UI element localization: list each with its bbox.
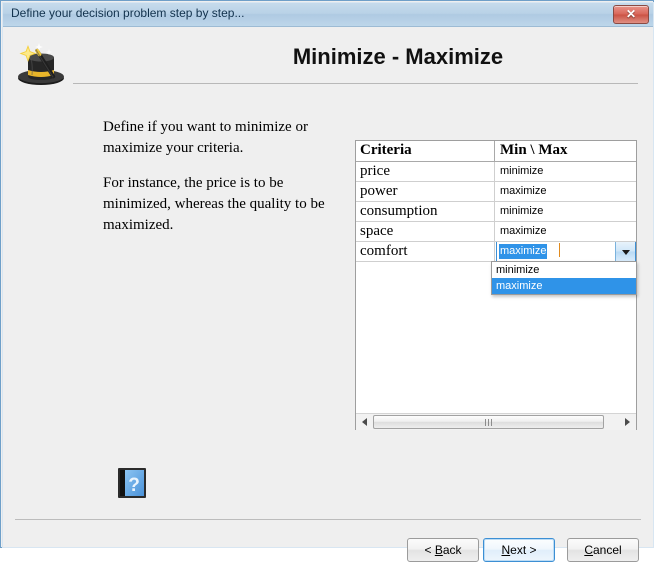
minmax-dropdown-list[interactable]: minimize maximize xyxy=(491,261,637,295)
footer-divider xyxy=(15,519,641,520)
cell-minmax[interactable]: maximize xyxy=(496,182,636,201)
text-caret xyxy=(559,243,560,257)
column-header-criteria: Criteria xyxy=(356,141,495,161)
cell-criteria: consumption xyxy=(356,202,495,221)
back-button[interactable]: < Back xyxy=(407,538,479,562)
chevron-left-icon xyxy=(362,418,367,426)
scrollbar-thumb[interactable] xyxy=(373,415,604,429)
next-button[interactable]: Next > xyxy=(483,538,555,562)
window-title: Define your decision problem step by ste… xyxy=(11,6,245,20)
table-row[interactable]: space maximize xyxy=(356,222,636,242)
combobox-dropdown-button[interactable] xyxy=(615,242,635,261)
table-header-row: Criteria Min \ Max xyxy=(356,141,636,162)
minmax-combobox[interactable]: maximize xyxy=(496,242,636,261)
criteria-table: Criteria Min \ Max price minimize power … xyxy=(356,141,636,262)
scroll-left-button[interactable] xyxy=(356,414,372,430)
table-row[interactable]: power maximize xyxy=(356,182,636,202)
chevron-down-icon xyxy=(621,249,630,255)
cell-criteria: price xyxy=(356,162,495,181)
cell-criteria: power xyxy=(356,182,495,201)
header-divider xyxy=(73,83,638,84)
instruction-paragraph-1: Define if you want to minimize or maximi… xyxy=(103,119,308,156)
combobox-selected-value: maximize xyxy=(499,244,548,259)
column-header-minmax: Min \ Max xyxy=(500,142,568,158)
cell-minmax[interactable]: minimize xyxy=(496,162,636,181)
instruction-paragraph-2: For instance, the price is to be minimiz… xyxy=(103,175,325,233)
dialog-client-area: Minimize - Maximize Define if you want t… xyxy=(3,27,653,562)
table-row[interactable]: consumption minimize xyxy=(356,202,636,222)
close-icon: ✕ xyxy=(625,7,637,21)
instructions-text: Define if you want to minimize or maximi… xyxy=(103,117,333,235)
back-button-label: < Back xyxy=(424,543,462,557)
wizard-hat-icon xyxy=(11,32,69,90)
close-button[interactable]: ✕ xyxy=(613,5,649,24)
cell-criteria: space xyxy=(356,222,495,241)
dropdown-option-maximize[interactable]: maximize xyxy=(492,278,636,294)
combobox-value-wrap: maximize xyxy=(499,244,548,259)
help-book-icon[interactable]: ? xyxy=(117,467,147,499)
cancel-button[interactable]: Cancel xyxy=(567,538,639,562)
page-title: Minimize - Maximize xyxy=(292,44,504,69)
cancel-button-label: Cancel xyxy=(584,543,622,557)
table-horizontal-scrollbar[interactable] xyxy=(356,413,636,430)
table-row-editing[interactable]: comfort maximize xyxy=(356,242,636,262)
chevron-right-icon xyxy=(625,418,630,426)
cell-minmax[interactable]: minimize xyxy=(496,202,636,221)
scroll-right-button[interactable] xyxy=(620,414,636,430)
title-bar[interactable]: Define your decision problem step by ste… xyxy=(3,3,653,27)
grip-icon xyxy=(484,419,495,426)
table-row[interactable]: price minimize xyxy=(356,162,636,182)
dropdown-option-minimize[interactable]: minimize xyxy=(492,262,636,278)
svg-text:?: ? xyxy=(128,475,140,496)
wizard-window: Define your decision problem step by ste… xyxy=(0,0,654,562)
cell-minmax[interactable]: maximize xyxy=(496,222,636,241)
cell-criteria: comfort xyxy=(356,242,495,261)
cell-minmax[interactable]: maximize xyxy=(496,242,636,261)
next-button-label: Next > xyxy=(501,543,537,557)
